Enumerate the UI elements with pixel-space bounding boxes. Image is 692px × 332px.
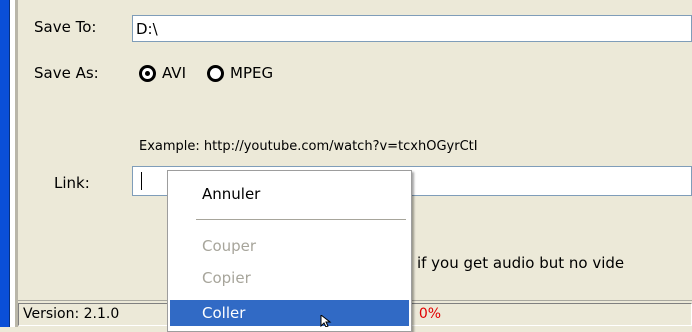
mouse-cursor-icon bbox=[320, 315, 332, 327]
menu-item-couper[interactable]: Couper bbox=[170, 233, 409, 259]
save-to-label: Save To: bbox=[34, 18, 97, 36]
app-window: Save To: D:\ Save As: AVI MPEG Example: … bbox=[0, 0, 692, 332]
link-label: Link: bbox=[54, 174, 90, 192]
mpeg-radio[interactable] bbox=[207, 65, 224, 82]
progress-text: 0% bbox=[418, 306, 442, 322]
avi-radio[interactable] bbox=[139, 65, 156, 82]
mpeg-radio-label[interactable]: MPEG bbox=[230, 64, 273, 82]
window-edge-accent bbox=[0, 0, 10, 327]
menu-item-coller[interactable]: Coller bbox=[170, 300, 409, 326]
save-to-input[interactable]: D:\ bbox=[132, 15, 692, 42]
window-edge-shadow bbox=[15, 0, 18, 327]
example-url-text: Example: http://youtube.com/watch?v=tcxh… bbox=[139, 139, 478, 154]
text-caret bbox=[141, 172, 142, 190]
menu-separator bbox=[196, 219, 406, 220]
note-body: if you get audio but no vide bbox=[412, 254, 625, 272]
radio-selected-dot bbox=[145, 71, 150, 76]
menu-item-annuler[interactable]: Annuler bbox=[170, 181, 409, 207]
save-as-label: Save As: bbox=[34, 64, 99, 82]
avi-radio-label[interactable]: AVI bbox=[162, 64, 186, 82]
menu-item-copier[interactable]: Copier bbox=[170, 265, 409, 291]
context-menu: Annuler Couper Copier Coller bbox=[167, 170, 412, 332]
version-status: Version: 2.1.0 bbox=[18, 303, 168, 326]
note-text: e: if you get audio but no vide bbox=[396, 254, 624, 272]
